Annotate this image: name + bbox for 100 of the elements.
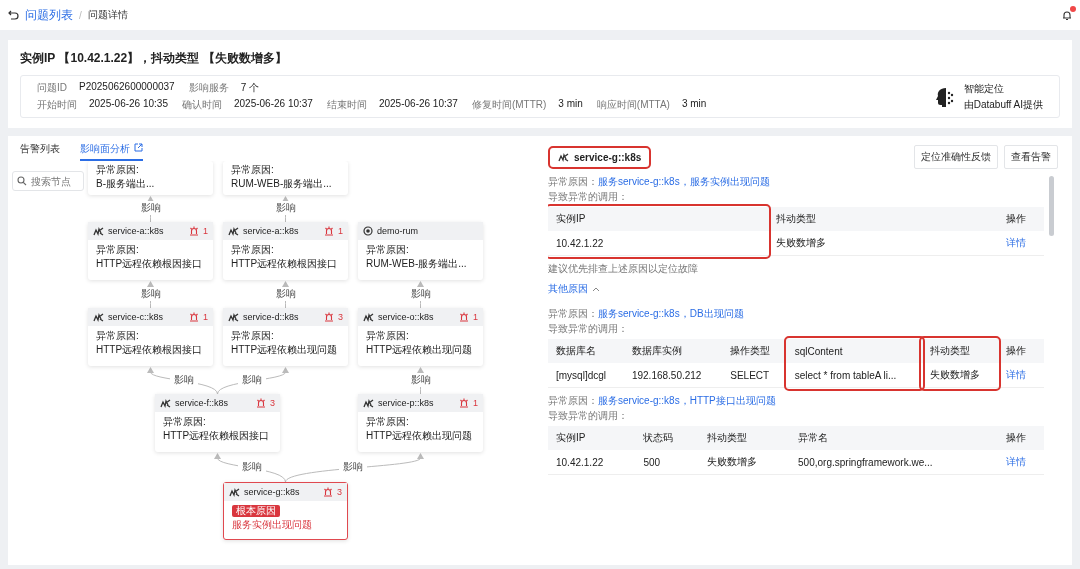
table-cell: 失败数增多 <box>698 450 791 475</box>
action-button[interactable]: 定位准确性反馈 <box>914 145 998 169</box>
back-arrow-icon[interactable] <box>8 10 19 20</box>
details-link[interactable]: 详情 <box>1006 456 1026 467</box>
node-name: service-a::k8s <box>243 226 300 236</box>
details-link[interactable]: 详情 <box>1006 237 1026 248</box>
cause-text: RUM-WEB-服务端出... <box>231 178 333 190</box>
graph-node[interactable]: demo-rum 异常原因: RUM-WEB-服务端出... <box>358 222 483 280</box>
table-cell: 失败数增多 <box>768 231 998 256</box>
alarm-count: 1 <box>203 226 208 236</box>
column-header: 实例IP <box>548 426 636 450</box>
cause-text: 服务实例出现问题 <box>232 519 313 531</box>
node-name: service-p::k8s <box>378 398 435 408</box>
ai-subtitle: 由Databuff AI提供 <box>963 97 1043 112</box>
column-header: 操作 <box>998 339 1044 363</box>
breadcrumb-current: 问题详情 <box>87 8 128 22</box>
node-name: service-c::k8s <box>108 312 164 322</box>
service-icon <box>363 398 374 408</box>
calls-label: 导致异常的调用： <box>548 409 629 423</box>
cause-text: HTTP远程依赖出现问题 <box>366 344 474 356</box>
graph-node[interactable]: service-d::k8s 3 异常原因: HTTP远程依赖出现问题 <box>223 308 348 366</box>
cause-link[interactable]: 服务service-g::k8s，服务实例出现问题 <box>598 176 770 187</box>
graph-node[interactable]: service-a::k8s 1 异常原因: HTTP远程依赖根因接口 <box>88 222 213 280</box>
field-value: 7 个 <box>240 81 259 95</box>
alarm-icon <box>324 312 334 322</box>
service-icon <box>93 226 104 236</box>
alarm-count: 1 <box>473 312 478 322</box>
field-value: 3 min <box>558 98 583 111</box>
column-header: 操作 <box>998 207 1044 231</box>
graph-node[interactable]: service-p::k8s 1 异常原因: HTTP远程依赖出现问题 <box>358 394 483 452</box>
cause-label: 异常原因: <box>231 244 275 256</box>
alarm-icon <box>459 398 469 408</box>
column-header: 抖动类型 <box>768 207 998 231</box>
graph-node[interactable]: service-f::k8s 3 异常原因: HTTP远程依赖根因接口 <box>155 394 280 452</box>
edge-label: 影响 <box>170 372 198 387</box>
field-label: 问题ID <box>37 81 67 95</box>
cause-text: HTTP远程依赖根因接口 <box>163 430 271 442</box>
problem-title: 实例IP 【10.42.1.22】，抖动类型 【失败数增多】 <box>20 50 288 67</box>
bell-icon[interactable] <box>1062 9 1072 21</box>
table-cell: [mysql]dcgl <box>548 363 624 388</box>
field-value: 2025-06-26 10:37 <box>233 98 313 111</box>
cause-label: 异常原因: <box>96 164 140 176</box>
cause-text: HTTP远程依赖出现问题 <box>366 430 474 442</box>
search-field[interactable]: 搜索节点 <box>12 171 84 191</box>
alarm-icon <box>323 487 333 497</box>
graph-node[interactable]: 异常原因: RUM-WEB-服务端出... <box>223 161 348 195</box>
column-header: 数据库实例 <box>623 339 723 363</box>
breadcrumb-link[interactable]: 问题列表 <box>25 6 73 24</box>
cause-label: 异常原因: <box>231 330 275 342</box>
notification-badge <box>1070 5 1076 12</box>
column-header: 抖动类型 <box>698 426 791 450</box>
hint-text: 建议优先排查上述原因以定位故障 <box>548 262 699 276</box>
field-label: 开始时间 <box>37 98 77 112</box>
edge-label: 影响 <box>339 459 367 474</box>
column-header: 抖动类型 <box>922 339 998 363</box>
cause-label: 异常原因： <box>548 395 598 406</box>
alarm-icon <box>324 226 334 236</box>
field-label: 响应时间(MTTA) <box>596 98 670 112</box>
alarm-count: 1 <box>203 312 208 322</box>
alarm-icon <box>459 312 469 322</box>
edge-label: 影响 <box>237 372 266 387</box>
alarm-icon <box>189 312 199 322</box>
table-cell: 10.42.1.22 <box>548 231 769 256</box>
alarm-count: 1 <box>338 226 343 236</box>
field-value: 2025-06-26 10:37 <box>378 98 458 111</box>
node-name: demo-rum <box>377 226 419 236</box>
ai-head-icon <box>933 85 956 108</box>
alarm-count: 3 <box>337 487 342 497</box>
table-cell: 10.42.1.22 <box>548 450 636 475</box>
field-value: 2025-06-26 10:35 <box>89 98 168 111</box>
graph-node[interactable]: 异常原因: B-服务端出... <box>88 161 213 195</box>
cause-label: 异常原因: <box>231 164 275 176</box>
target-icon <box>363 226 373 236</box>
table-cell: 500 <box>635 450 699 475</box>
column-header: 数据库名 <box>548 339 624 363</box>
scrollbar[interactable] <box>1049 176 1054 236</box>
column-header: 操作类型 <box>722 339 787 363</box>
chevron-up-icon <box>592 286 600 292</box>
cause-label: 异常原因: <box>366 244 410 256</box>
graph-node[interactable]: service-o::k8s 1 异常原因: HTTP远程依赖出现问题 <box>358 308 483 366</box>
cause-text: B-服务端出... <box>96 178 156 190</box>
graph-node[interactable]: service-c::k8s 1 异常原因: HTTP远程依赖根因接口 <box>88 308 213 366</box>
alarm-count: 3 <box>270 398 275 408</box>
cause-link[interactable]: 服务service-g::k8s，DB出现问题 <box>598 308 744 319</box>
cause-link[interactable]: 服务service-g::k8s，HTTP接口出现问题 <box>598 395 776 406</box>
expand-toggle[interactable]: 其他原因 <box>548 282 600 296</box>
table-cell: select * from tableA li... <box>786 363 923 388</box>
details-link[interactable]: 详情 <box>1006 369 1026 380</box>
node-name: service-d::k8s <box>243 312 300 322</box>
service-icon <box>228 312 239 322</box>
graph-node[interactable]: service-a::k8s 1 异常原因: HTTP远程依赖根因接口 <box>223 222 348 280</box>
service-icon <box>363 312 374 322</box>
action-button[interactable]: 查看告警 <box>1004 145 1058 169</box>
alarm-count: 3 <box>338 312 343 322</box>
service-icon <box>160 398 171 408</box>
service-title: service-g::k8s <box>574 151 642 163</box>
cause-text: RUM-WEB-服务端出... <box>366 258 468 270</box>
graph-node[interactable]: service-g::k8s 3 根本原因 服务实例出现问题 <box>223 482 348 540</box>
field-label: 影响服务 <box>188 81 229 95</box>
tab[interactable]: 告警列表 <box>20 142 60 161</box>
